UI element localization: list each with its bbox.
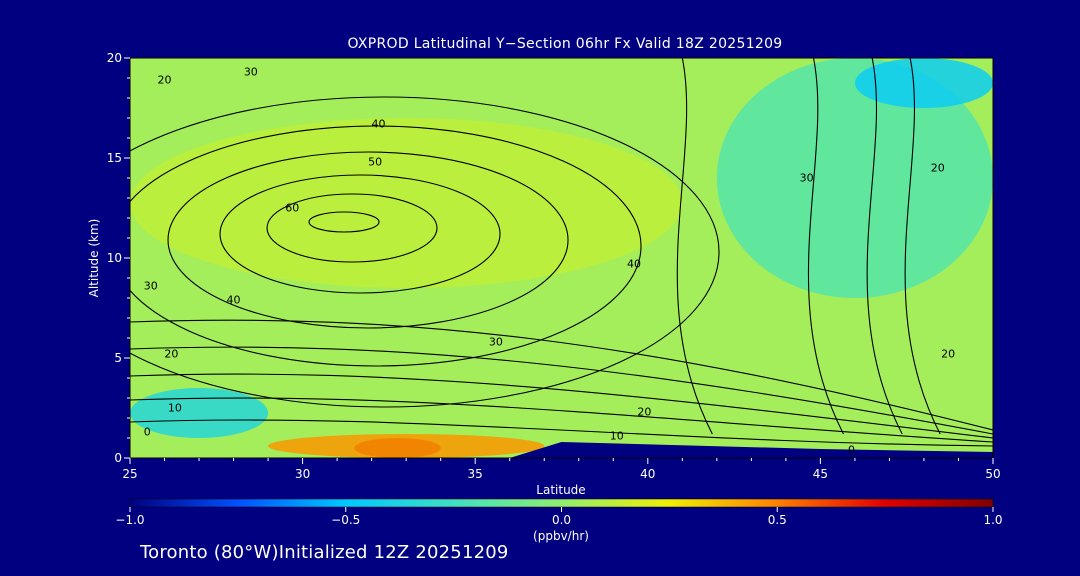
y-tick-label: 5 <box>114 351 122 365</box>
field-region-upper-mid <box>130 118 683 288</box>
x-tick-label: 30 <box>295 467 310 481</box>
contour-label: 40 <box>372 118 386 131</box>
y-tick-label: 10 <box>107 251 122 265</box>
colorbar-bar <box>129 498 994 508</box>
x-tick-label: 35 <box>468 467 483 481</box>
contour-label: 0 <box>848 444 855 457</box>
contour-label: 40 <box>227 294 241 307</box>
x-tick-label: 25 <box>122 467 137 481</box>
contour-label: 40 <box>627 258 641 271</box>
y-axis: 0 5 10 15 20 <box>107 51 130 465</box>
contour-label: 20 <box>637 406 651 419</box>
y-axis-label: Altitude (km) <box>87 219 101 298</box>
y-tick-label: 20 <box>107 51 122 65</box>
colorbar-unit-label: (ppbv/hr) <box>533 529 589 543</box>
contour-label: 20 <box>941 348 955 361</box>
plot-area: 20 30 40 50 60 30 40 20 10 0 30 20 10 40 30 20 20 0 <box>130 58 993 458</box>
contour-label: 30 <box>244 66 258 79</box>
contour-label: 30 <box>800 172 814 185</box>
field-region-surface-pos <box>268 434 545 458</box>
x-tick-label: 40 <box>640 467 655 481</box>
colorbar-tick-label: 1.0 <box>983 513 1002 527</box>
contour-label: 10 <box>610 430 624 443</box>
colorbar: −1.0 −0.5 0.0 0.5 1.0 (ppbv/hr) <box>115 498 1003 543</box>
x-tick-label: 45 <box>813 467 828 481</box>
contour-label: 30 <box>489 336 503 349</box>
footer-info: Toronto (80°W)Initialized 12Z 20251209 <box>140 542 509 563</box>
contour-label: 60 <box>285 202 299 215</box>
colorbar-tick-label: 0.5 <box>768 513 787 527</box>
x-tick-label: 50 <box>985 467 1000 481</box>
colorbar-ticks: −1.0 −0.5 0.0 0.5 1.0 <box>115 507 1003 527</box>
colorbar-tick-label: 0.0 <box>552 513 571 527</box>
colorbar-tick-label: −0.5 <box>331 513 360 527</box>
x-axis: 25 30 35 40 45 50 <box>122 458 1001 481</box>
contour-label: 20 <box>158 74 172 87</box>
contour-label: 20 <box>931 162 945 175</box>
cross-section-figure: OXPROD Latitudinal Y−Section 06hr Fx Val… <box>87 36 1003 543</box>
x-axis-label: Latitude <box>536 483 585 497</box>
colorbar-tick-label: −1.0 <box>115 513 144 527</box>
contour-label: 20 <box>164 348 178 361</box>
y-tick-label: 15 <box>107 151 122 165</box>
contour-label: 50 <box>368 156 382 169</box>
contour-label: 0 <box>144 426 151 439</box>
y-tick-label: 0 <box>114 451 122 465</box>
contour-label: 10 <box>168 402 182 415</box>
chart-title: OXPROD Latitudinal Y−Section 06hr Fx Val… <box>347 36 782 52</box>
contour-label: 30 <box>144 280 158 293</box>
